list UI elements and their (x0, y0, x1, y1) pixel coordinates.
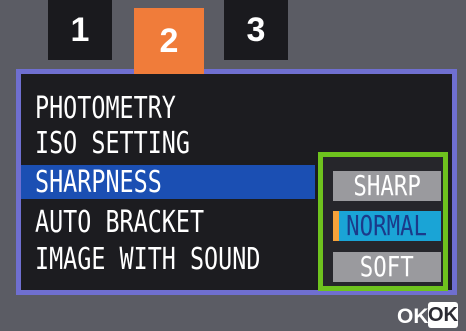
option-sharp-label: SHARP (353, 169, 421, 202)
option-normal[interactable]: NORMAL (333, 211, 441, 241)
option-soft[interactable]: SOFT (333, 252, 441, 282)
menu-item-auto-bracket[interactable]: AUTO BRACKET (35, 204, 204, 241)
sharpness-options-box: SHARP NORMAL SOFT (318, 152, 448, 291)
option-soft-label: SOFT (360, 250, 414, 283)
option-normal-label: NORMAL (346, 209, 428, 242)
option-sharp[interactable]: SHARP (333, 171, 441, 201)
tab-3-label: 3 (246, 10, 266, 49)
tab-2-label: 2 (159, 21, 179, 60)
ok-button-icon[interactable]: OK (428, 302, 458, 328)
menu-item-image-with-sound[interactable]: IMAGE WITH SOUND (35, 241, 260, 278)
menu-item-iso-setting[interactable]: ISO SETTING (35, 125, 190, 162)
selection-marker (333, 211, 339, 241)
tab-1[interactable]: 1 (48, 0, 112, 60)
ok-hint-text: OK (397, 305, 429, 328)
tab-3[interactable]: 3 (224, 0, 288, 60)
camera-menu-screen: 1 2 3 PHOTOMETRY ISO SETTING SHARPNESS A… (0, 0, 466, 331)
tab-1-label: 1 (70, 10, 90, 49)
tab-2[interactable]: 2 (134, 8, 204, 74)
menu-item-photometry[interactable]: PHOTOMETRY (35, 90, 176, 127)
menu-item-sharpness[interactable]: SHARPNESS (35, 164, 162, 201)
